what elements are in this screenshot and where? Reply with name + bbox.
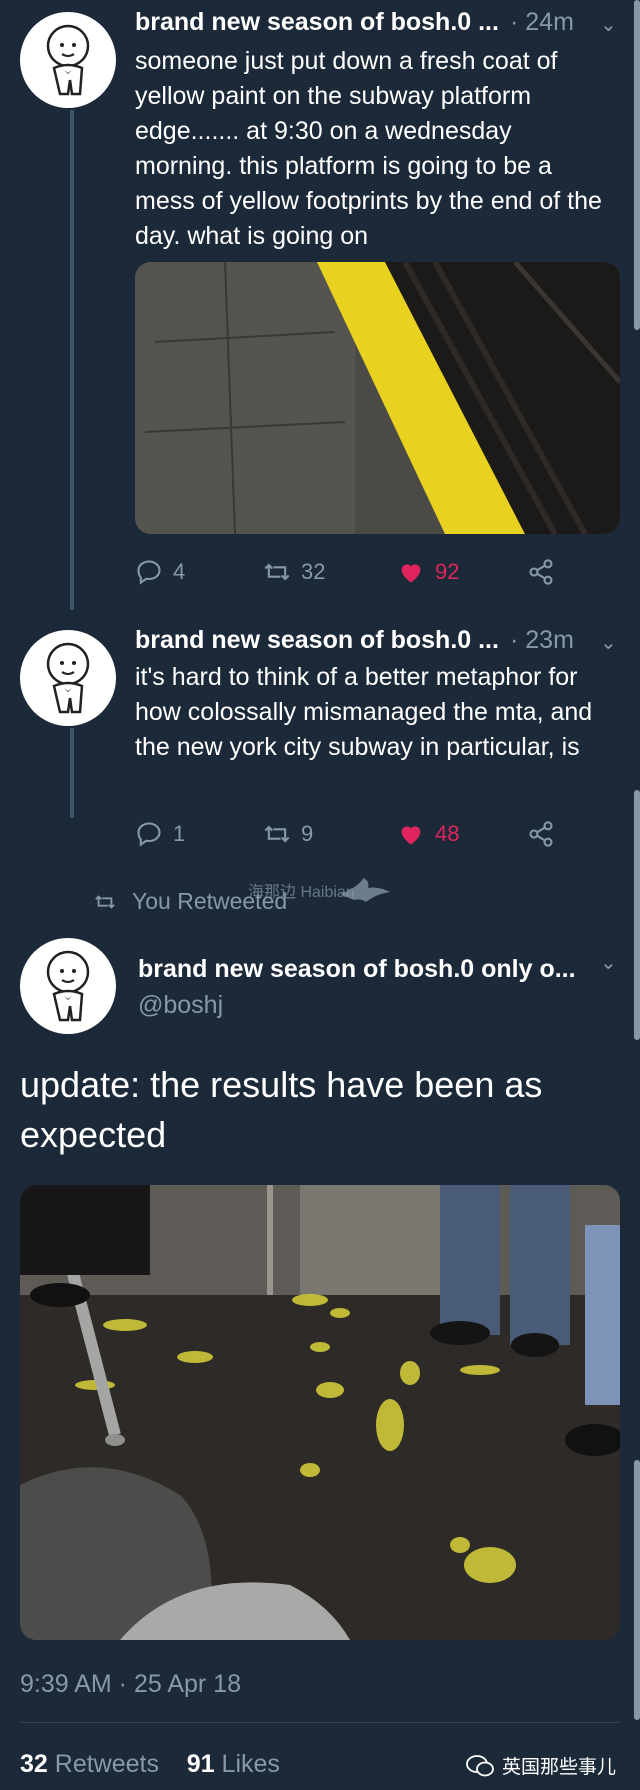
train-floor-photo (20, 1185, 620, 1640)
reply-button[interactable]: 4 (135, 558, 185, 586)
bird-watermark-icon (340, 878, 390, 902)
share-button[interactable] (527, 820, 555, 848)
reply-icon (137, 822, 161, 847)
footer-watermark-label: 英国那些事儿 (502, 1757, 617, 1778)
share-icon (529, 559, 553, 585)
thread-line (70, 110, 74, 610)
like-button[interactable]: 48 (397, 820, 459, 848)
footer-watermark: 英国那些事儿 (466, 1752, 616, 1779)
likes-count: 91 (186, 1750, 215, 1778)
like-count: 92 (435, 559, 460, 584)
engagement-stats: 32 Retweets 91 Likes (20, 1750, 280, 1779)
tweet-author-name[interactable]: brand new season of bosh.0 ... (135, 8, 499, 37)
avatar[interactable] (20, 938, 116, 1034)
tweet-media-platform[interactable] (135, 262, 620, 534)
tweet-text: someone just put down a fresh coat of ye… (135, 47, 602, 250)
scrollbar[interactable] (634, 1460, 640, 1720)
tweet-actions: 1 9 48 (135, 814, 555, 854)
chevron-down-icon[interactable]: ⌄ (600, 12, 617, 37)
share-icon (529, 821, 553, 847)
heart-icon (401, 564, 421, 583)
avatar[interactable] (20, 12, 116, 108)
main-tweet-timestamp[interactable]: 9:39 AM · 25 Apr 18 (20, 1670, 241, 1699)
retweet-icon (264, 563, 290, 581)
reply-button[interactable]: 1 (135, 820, 185, 848)
retweet-button[interactable]: 32 (263, 558, 325, 586)
reply-count: 4 (173, 559, 186, 584)
reply-count: 1 (173, 821, 186, 846)
divider (20, 1722, 620, 1723)
retweets-count: 32 (20, 1750, 48, 1778)
main-author-handle[interactable]: @boshj (138, 991, 223, 1020)
retweet-icon (95, 894, 115, 909)
avatar-image (46, 950, 90, 1022)
main-author-name[interactable]: brand new season of bosh.0 only o... (138, 955, 576, 984)
chevron-down-icon[interactable]: ⌄ (600, 630, 617, 655)
chevron-down-icon[interactable]: ⌄ (600, 950, 617, 975)
reply-icon (137, 560, 161, 585)
like-button[interactable]: 92 (397, 558, 459, 586)
retweet-icon (264, 825, 290, 843)
wechat-icon (466, 1754, 494, 1776)
retweet-count: 32 (301, 559, 326, 584)
scrollbar[interactable] (634, 790, 640, 1040)
tweet-actions: 4 32 92 (135, 552, 555, 592)
main-tweet-text: update: the results have been as expecte… (20, 1064, 543, 1155)
heart-icon (401, 826, 421, 845)
tweet-media-train-floor[interactable] (20, 1185, 620, 1640)
tweet-text: it's hard to think of a better metaphor … (135, 663, 593, 761)
share-button[interactable] (527, 558, 555, 586)
likes-stat[interactable]: 91 Likes (187, 1750, 280, 1778)
tweet-time[interactable]: · 24m (510, 8, 574, 37)
retweet-count: 9 (301, 821, 314, 846)
avatar-image (46, 24, 90, 96)
like-count: 48 (435, 821, 460, 846)
likes-label: Likes (221, 1750, 280, 1778)
avatar-image (46, 642, 90, 714)
scrollbar[interactable] (634, 0, 640, 330)
retweets-stat[interactable]: 32 Retweets (20, 1750, 159, 1778)
tweet-time[interactable]: · 23m (510, 626, 574, 655)
retweet-button[interactable]: 9 (263, 820, 313, 848)
tweet-author-name[interactable]: brand new season of bosh.0 ... (135, 626, 499, 655)
avatar[interactable] (20, 630, 116, 726)
thread-line (70, 728, 74, 818)
retweets-label: Retweets (54, 1750, 159, 1778)
platform-photo (135, 262, 620, 534)
